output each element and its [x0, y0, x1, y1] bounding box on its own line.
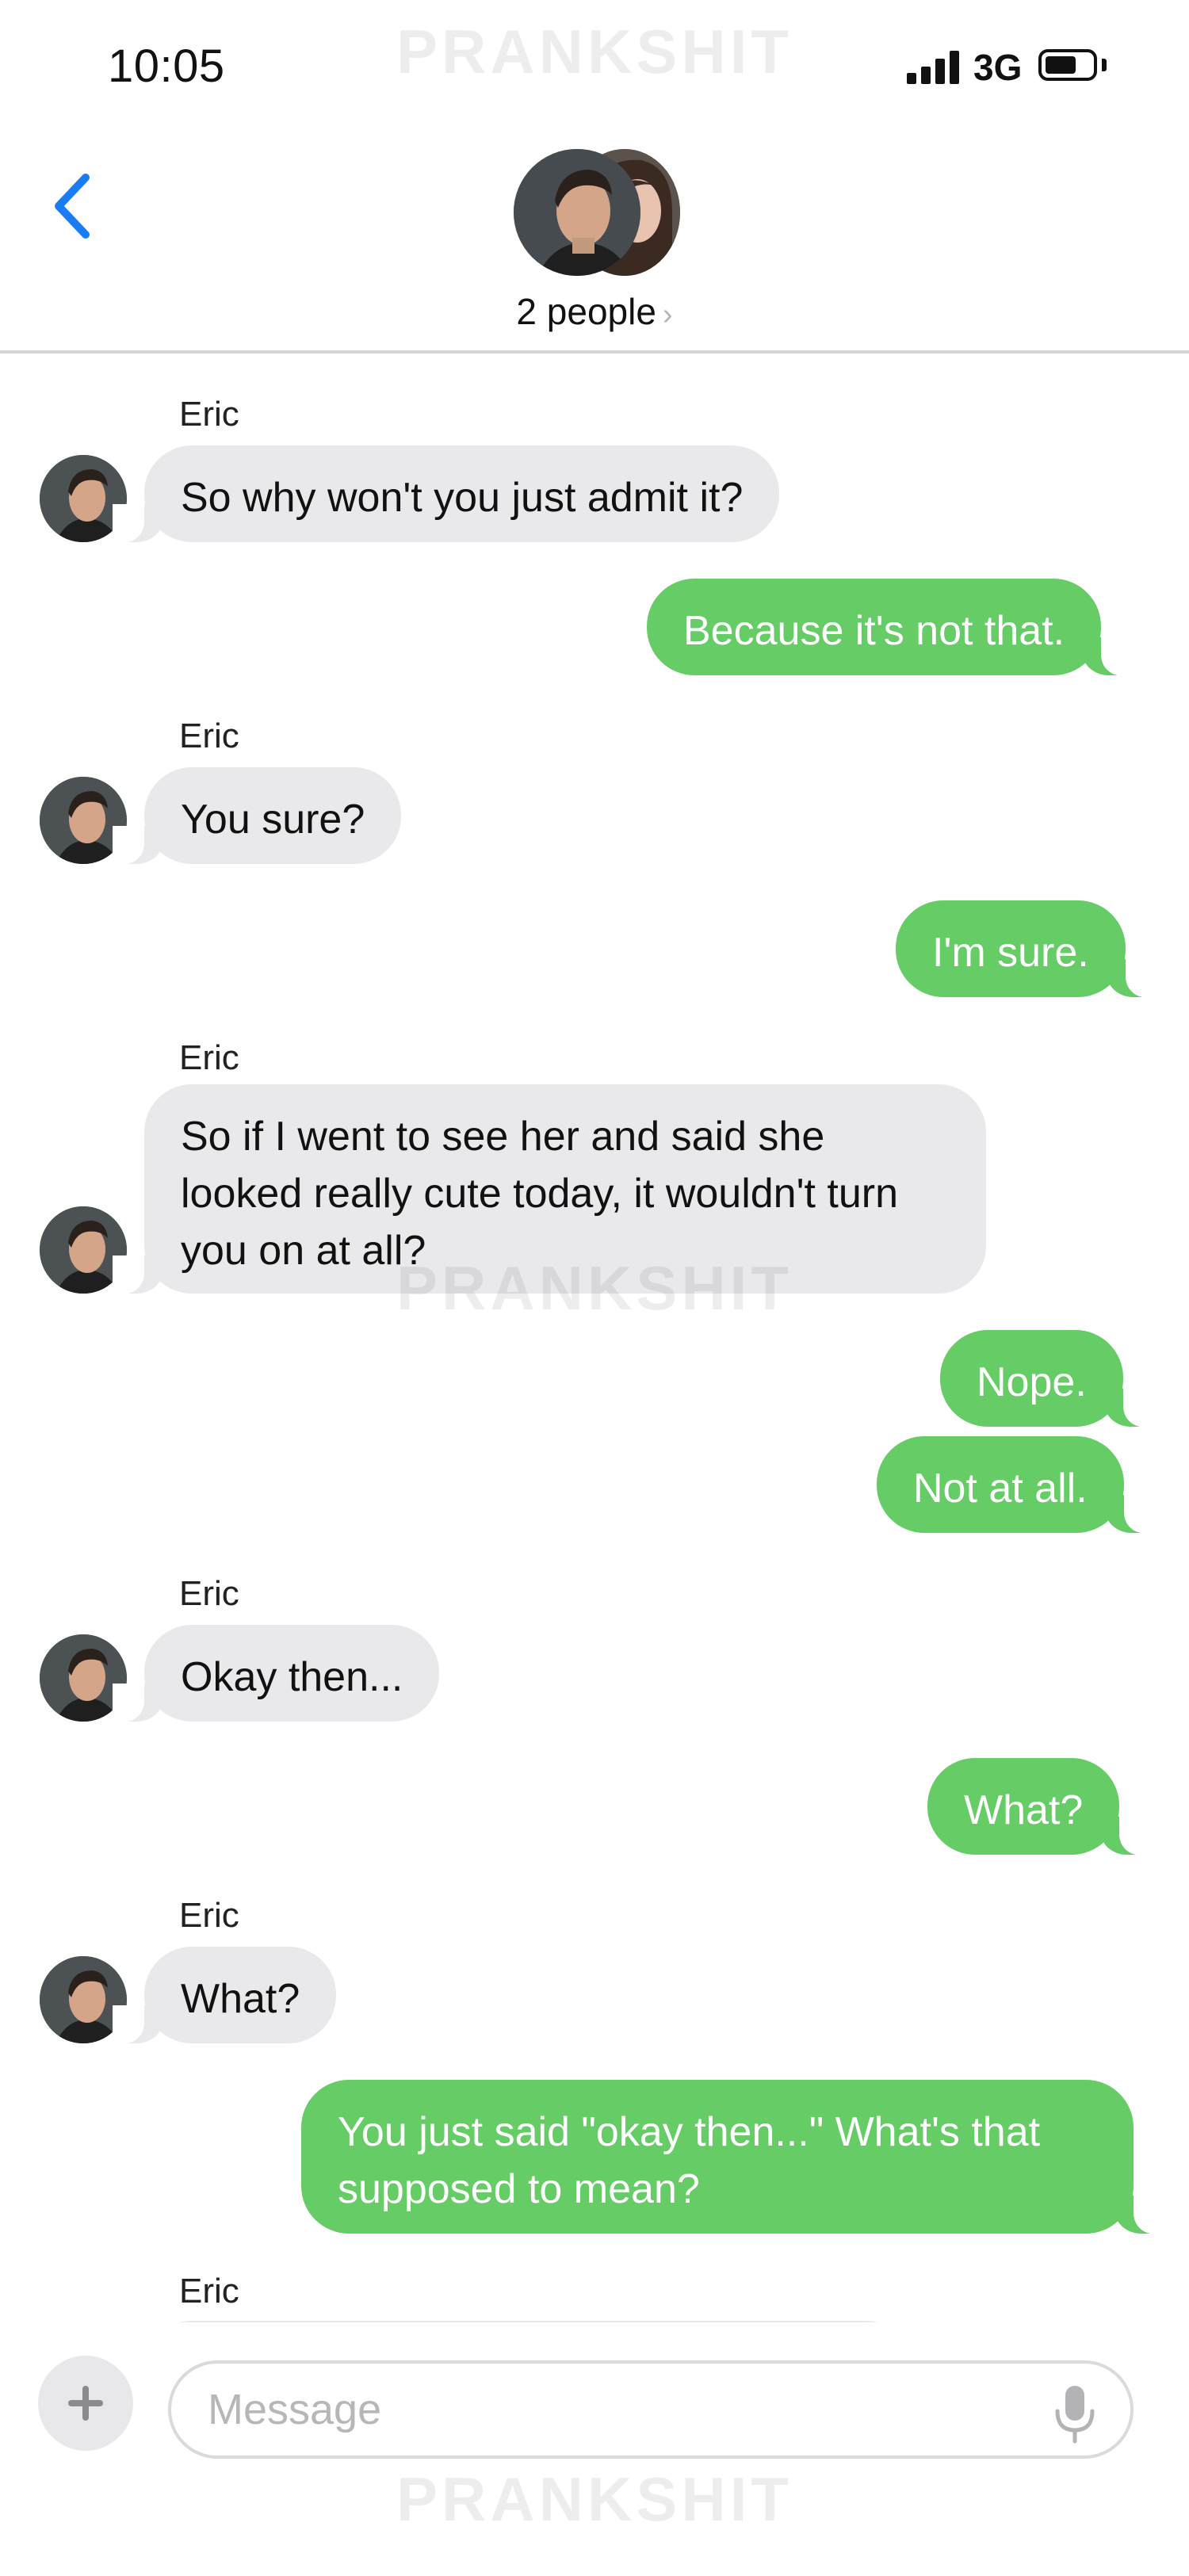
message-line: You just said "okay then..." What's that [338, 2109, 1041, 2155]
chevron-left-icon [55, 174, 90, 239]
incoming-message[interactable]: So if I went to see her and said she loo… [113, 1084, 986, 1294]
network-type: 3G [973, 47, 1023, 88]
back-button[interactable] [46, 170, 101, 243]
sender-name: Eric [179, 395, 239, 434]
group-title[interactable]: 2 people › [0, 290, 1189, 333]
chevron-right-icon: › [662, 298, 673, 331]
incoming-message[interactable]: You sure? [112, 767, 402, 864]
outgoing-message[interactable]: Not at all. [877, 1436, 1156, 1533]
message-composer [0, 2322, 1189, 2576]
group-avatars[interactable] [514, 149, 680, 276]
outgoing-message[interactable]: What? [927, 1758, 1152, 1855]
plus-icon[interactable] [38, 2356, 133, 2451]
sender-name: Eric [179, 1896, 239, 1935]
participant-avatar-eric [514, 149, 640, 276]
message-line: supposed to mean? [338, 2166, 700, 2212]
status-bar: 10:05 3G [0, 0, 1189, 135]
sender-name: Eric [179, 1574, 239, 1613]
message-line: you on at all? [181, 1228, 426, 1274]
battery-icon [1038, 49, 1097, 81]
outgoing-message[interactable]: Because it's not that. [647, 579, 1134, 675]
message-line: So if I went to see her and said she [181, 1114, 825, 1160]
outgoing-message[interactable]: I'm sure. [896, 900, 1157, 997]
sender-name: Eric [179, 2272, 239, 2310]
sender-name: Eric [179, 1038, 239, 1077]
microphone-icon[interactable] [1053, 2384, 1097, 2444]
battery-cap [1102, 59, 1107, 71]
incoming-message[interactable]: What? [112, 1947, 337, 2043]
cellular-signal-icon [907, 49, 959, 84]
incoming-message[interactable]: So why won't you just admit it? [112, 445, 780, 542]
incoming-message[interactable]: Okay then... [112, 1625, 440, 1722]
outgoing-message[interactable]: You just said "okay then..." What's that… [301, 2080, 1165, 2234]
conversation-header: 2 people › [0, 135, 1189, 354]
outgoing-message[interactable]: Nope. [940, 1330, 1155, 1427]
group-title-label: 2 people [516, 291, 656, 332]
message-input[interactable] [168, 2360, 1134, 2459]
message-line: looked really cute today, it wouldn't tu… [181, 1171, 899, 1217]
status-time: 10:05 [108, 40, 225, 92]
sender-name: Eric [179, 717, 239, 755]
